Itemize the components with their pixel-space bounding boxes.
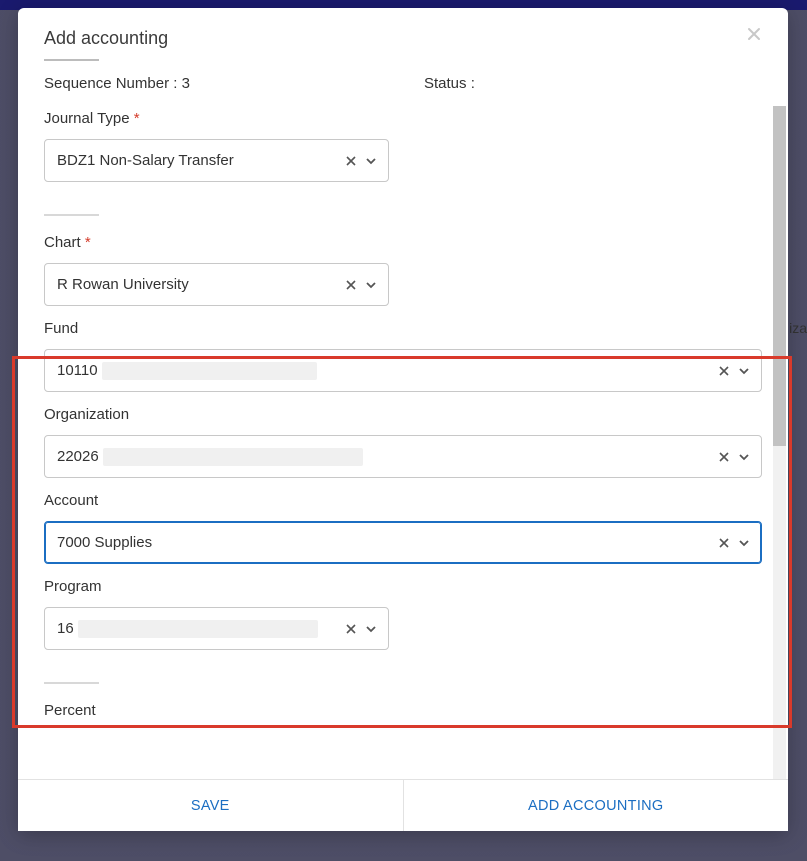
fund-label: Fund [44,320,762,337]
account-label: Account [44,492,762,509]
chevron-down-icon[interactable] [364,154,378,168]
chevron-down-icon[interactable] [737,450,751,464]
redacted-text [103,448,363,466]
account-select[interactable]: 7000 Supplies [44,521,762,564]
clear-icon[interactable] [344,154,358,168]
chart-select[interactable]: R Rowan University [44,263,389,306]
field-chart: Chart * R Rowan University [44,234,762,306]
redacted-text [78,620,318,638]
chart-label: Chart * [44,234,762,251]
modal-footer: SAVE ADD ACCOUNTING [18,779,788,831]
fund-value: 10110 [57,362,98,379]
close-button[interactable] [746,26,766,46]
field-organization: Organization 22026 [44,406,762,478]
organization-label: Organization [44,406,762,423]
clear-icon[interactable] [717,536,731,550]
journal-type-select[interactable]: BDZ1 Non-Salary Transfer [44,139,389,182]
field-program: Program 16 [44,578,762,650]
field-fund: Fund 10110 [44,320,762,392]
sequence-value: 3 [182,75,190,92]
chevron-down-icon[interactable] [737,536,751,550]
program-select[interactable]: 16 [44,607,389,650]
scrollbar-thumb[interactable] [773,106,786,446]
close-icon [746,26,762,42]
add-accounting-modal: Add accounting Sequence Number : 3 Statu… [18,8,788,831]
modal-title: Add accounting [44,28,762,59]
background-partial-text: iza [789,320,807,336]
chart-value: R Rowan University [57,276,189,293]
journal-type-value: BDZ1 Non-Salary Transfer [57,152,234,169]
field-account: Account 7000 Supplies [44,492,762,564]
modal-body: Journal Type * BDZ1 Non-Salary Transfer … [18,106,788,719]
chevron-down-icon[interactable] [364,278,378,292]
clear-icon[interactable] [344,622,358,636]
account-value: 7000 Supplies [57,534,152,551]
save-button[interactable]: SAVE [18,780,403,831]
redacted-text [102,362,317,380]
required-star: * [134,110,140,127]
modal-body-scroll: Journal Type * BDZ1 Non-Salary Transfer … [18,106,788,779]
modal-header: Add accounting [18,8,788,75]
program-value: 16 [57,620,74,637]
section-separator [44,214,99,216]
title-underline [44,59,99,61]
fund-select[interactable]: 10110 [44,349,762,392]
status: Status : [424,75,762,92]
status-label: Status : [424,75,475,92]
clear-icon[interactable] [717,364,731,378]
sequence-label: Sequence Number : [44,75,177,92]
scrollbar-track[interactable] [773,106,786,779]
percent-label: Percent [44,702,762,719]
sequence-number: Sequence Number : 3 [44,75,424,92]
journal-type-label-text: Journal Type [44,110,130,127]
required-star: * [85,234,91,251]
field-journal-type: Journal Type * BDZ1 Non-Salary Transfer [44,110,762,182]
chevron-down-icon[interactable] [737,364,751,378]
clear-icon[interactable] [717,450,731,464]
journal-type-label: Journal Type * [44,110,762,127]
chevron-down-icon[interactable] [364,622,378,636]
meta-row: Sequence Number : 3 Status : [18,75,788,106]
clear-icon[interactable] [344,278,358,292]
add-accounting-button[interactable]: ADD ACCOUNTING [403,780,789,831]
organization-select[interactable]: 22026 [44,435,762,478]
section-separator [44,682,99,684]
organization-value: 22026 [57,448,99,465]
program-label: Program [44,578,762,595]
chart-label-text: Chart [44,234,81,251]
